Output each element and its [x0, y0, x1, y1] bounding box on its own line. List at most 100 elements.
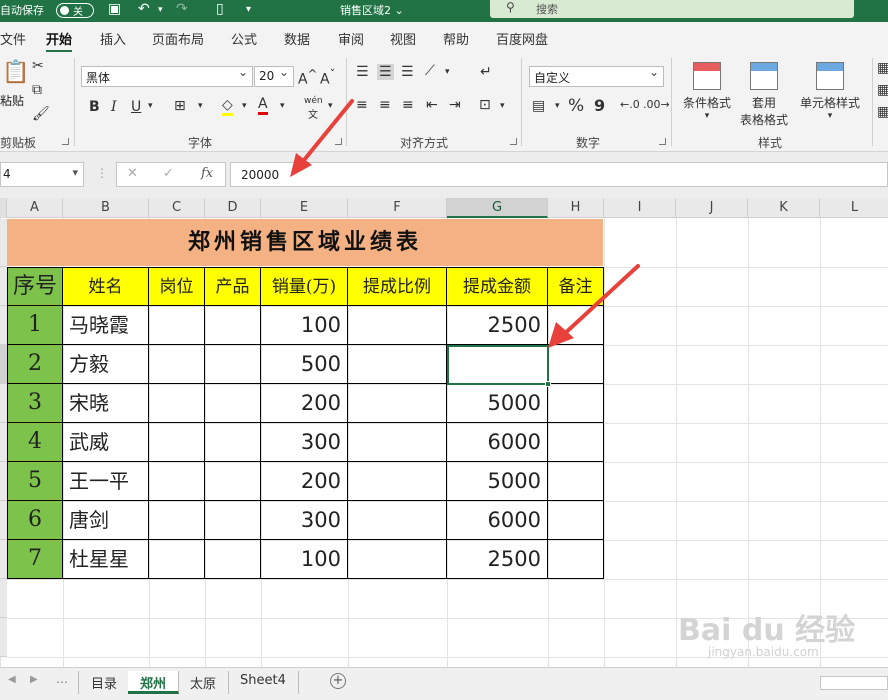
fill-dropdown-icon[interactable]: ▾ [242, 101, 247, 111]
number-launcher-icon[interactable] [659, 138, 666, 145]
name-cell[interactable]: 宋晓 [63, 384, 149, 423]
remark-cell[interactable] [548, 306, 604, 345]
undo-dropdown-icon[interactable]: ▾ [158, 5, 163, 15]
row-header[interactable] [0, 219, 7, 267]
remark-cell[interactable] [548, 462, 604, 501]
row-header[interactable] [0, 267, 7, 306]
insert-cells-icon[interactable]: ▦ [877, 60, 888, 76]
row-header[interactable] [0, 501, 7, 540]
undo-icon[interactable]: ↶ [138, 1, 150, 17]
tab-data[interactable]: 数据 [284, 29, 310, 48]
new-file-icon[interactable]: ▯ [216, 1, 224, 17]
commission-amount-cell[interactable]: 6000 [447, 423, 548, 462]
currency-icon[interactable]: ▤ [532, 98, 545, 114]
sales-cell[interactable]: 100 [261, 306, 348, 345]
commission-rate-cell[interactable] [348, 462, 447, 501]
column-header-l[interactable]: L [820, 198, 888, 218]
align-bottom-icon[interactable]: ☰ [401, 64, 414, 80]
underline-button[interactable]: U [131, 99, 141, 115]
column-header-f[interactable]: F [348, 198, 447, 218]
table-title[interactable]: 郑州销售区域业绩表 [7, 219, 603, 266]
horizontal-scrollbar[interactable] [820, 676, 888, 690]
product-cell[interactable] [205, 384, 261, 423]
phonetic-dropdown-icon[interactable]: ▾ [328, 101, 333, 111]
percent-button[interactable]: % [568, 96, 584, 116]
remark-cell[interactable] [548, 345, 604, 384]
seq-cell[interactable]: 2 [7, 345, 63, 384]
font-launcher-icon[interactable] [335, 138, 342, 145]
commission-amount-cell[interactable]: 5000 [447, 462, 548, 501]
copy-icon[interactable]: ⧉ [32, 82, 42, 98]
sales-cell[interactable]: 300 [261, 501, 348, 540]
formula-bar-grip-icon[interactable]: ⋮ [96, 166, 108, 180]
paste-icon[interactable]: 📋 [2, 60, 29, 85]
product-cell[interactable] [205, 423, 261, 462]
fill-color-icon[interactable]: ◇ [222, 97, 233, 116]
autosave-toggle[interactable]: 关 [56, 3, 94, 18]
tab-baidu-netdisk[interactable]: 百度网盘 [496, 29, 548, 48]
commission-amount-cell[interactable]: 5000 [447, 384, 548, 423]
tab-home[interactable]: 开始 [46, 29, 73, 53]
position-cell[interactable] [149, 306, 205, 345]
sheet-tab-index[interactable]: 目录 [78, 671, 131, 694]
header-cell[interactable]: 提成金额 [447, 267, 548, 306]
formula-input[interactable]: 20000 [230, 162, 888, 187]
row-header[interactable] [0, 618, 7, 657]
column-header-c[interactable]: C [149, 198, 205, 218]
search-box[interactable]: ⚲ 搜索 [490, 0, 854, 18]
font-name-select[interactable]: 黑体 [81, 65, 253, 87]
column-header-a[interactable]: A [7, 198, 63, 218]
seq-cell[interactable]: 5 [7, 462, 63, 501]
position-cell[interactable] [149, 540, 205, 579]
align-middle-icon[interactable]: ☰ [377, 64, 394, 80]
add-sheet-button[interactable]: + [330, 673, 346, 689]
cut-icon[interactable]: ✂ [32, 58, 44, 74]
orientation-dropdown-icon[interactable]: ▾ [445, 67, 450, 77]
increase-font-icon[interactable]: A^ [298, 67, 317, 88]
name-cell[interactable]: 王一平 [63, 462, 149, 501]
currency-dropdown-icon[interactable]: ▾ [555, 101, 560, 111]
next-sheet-icon[interactable]: ▶ [30, 674, 38, 685]
remark-cell[interactable] [548, 384, 604, 423]
column-header-k[interactable]: K [748, 198, 820, 218]
header-cell[interactable]: 备注 [548, 267, 604, 306]
more-sheets-icon[interactable]: … [56, 672, 68, 686]
name-box[interactable]: 4 [0, 162, 84, 187]
conditional-formatting-button[interactable]: 条件格式 ▾ [679, 62, 735, 121]
commission-rate-cell[interactable] [348, 540, 447, 579]
insert-function-button[interactable]: fx [201, 166, 213, 181]
column-header-b[interactable]: B [63, 198, 149, 218]
select-all-corner[interactable] [0, 198, 7, 218]
tab-page-layout[interactable]: 页面布局 [152, 29, 204, 48]
sales-cell[interactable]: 100 [261, 540, 348, 579]
font-color-dropdown-icon[interactable]: ▾ [280, 101, 285, 111]
number-format-select[interactable]: 自定义 [529, 65, 664, 87]
commission-rate-cell[interactable] [348, 423, 447, 462]
column-header-d[interactable]: D [205, 198, 261, 218]
align-center-icon[interactable]: ≡ [379, 97, 391, 113]
row-header[interactable] [0, 384, 7, 423]
sheet-tab-sheet4[interactable]: Sheet4 [228, 671, 299, 694]
commission-amount-cell[interactable]: 2500 [447, 540, 548, 579]
border-dropdown-icon[interactable]: ▾ [198, 101, 203, 111]
increase-decimal-icon[interactable]: ←.0 [620, 98, 640, 111]
seq-cell[interactable]: 3 [7, 384, 63, 423]
header-cell[interactable]: 销量(万) [261, 267, 348, 306]
confirm-icon[interactable]: ✓ [163, 166, 174, 181]
commission-rate-cell[interactable] [348, 501, 447, 540]
font-color-icon[interactable]: A [258, 96, 268, 115]
remark-cell[interactable] [548, 423, 604, 462]
remark-cell[interactable] [548, 501, 604, 540]
commission-rate-cell[interactable] [348, 384, 447, 423]
selected-cell[interactable] [447, 345, 551, 387]
bold-button[interactable]: B [89, 99, 100, 115]
align-top-icon[interactable]: ☰ [356, 64, 369, 80]
position-cell[interactable] [149, 345, 205, 384]
seq-cell[interactable]: 7 [7, 540, 63, 579]
decrease-indent-icon[interactable]: ⇤ [426, 97, 438, 113]
format-as-table-button[interactable]: 套用 表格格式 [733, 62, 795, 128]
decrease-font-icon[interactable]: Aˇ [320, 67, 335, 88]
product-cell[interactable] [205, 306, 261, 345]
column-header-e[interactable]: E [261, 198, 348, 218]
tab-insert[interactable]: 插入 [100, 29, 126, 48]
